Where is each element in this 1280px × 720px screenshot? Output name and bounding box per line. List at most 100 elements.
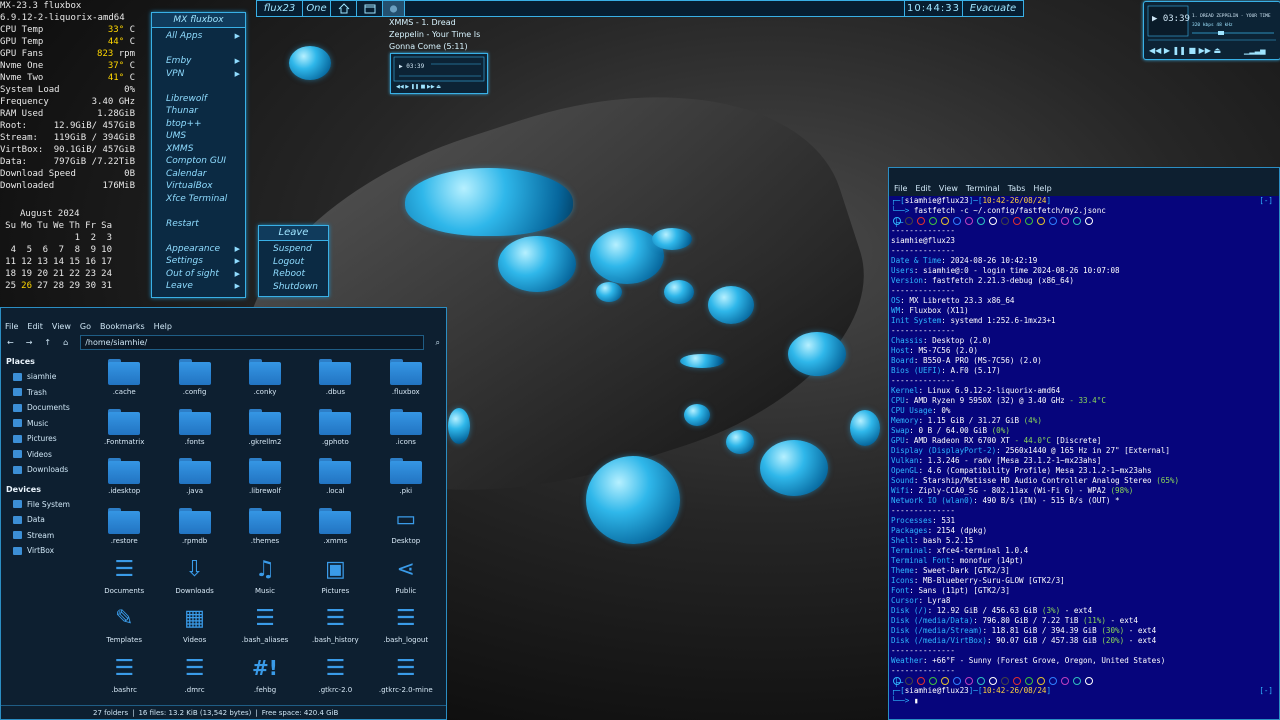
device-item-virtbox[interactable]: VirtBox [1,543,87,559]
menu-item-vpn[interactable]: VPN ▶ [152,68,245,81]
taskbar-xmms-icon[interactable] [383,1,405,16]
window-icon[interactable] [357,1,383,16]
menu-item-btop-[interactable]: btop++ [152,118,245,131]
file-item[interactable]: .themes [230,505,300,555]
home-icon[interactable] [331,1,357,16]
back-icon[interactable]: ← [7,338,14,347]
file-item[interactable]: ♫ Music [230,555,300,605]
file-item[interactable]: .xmms [300,505,370,555]
file-item[interactable]: .java [159,455,229,505]
file-item[interactable]: ☰ Documents [89,555,159,605]
file-item[interactable]: .fonts [159,406,229,456]
path-field[interactable]: /home/siamhie/ [80,335,424,350]
xmms-player[interactable]: ▶ 03:39 1. DREAD ZEPPELIN - YOUR TIME 32… [1143,1,1280,60]
file-item[interactable]: ✎ Templates [89,604,159,654]
file-item[interactable]: .dbus [300,356,370,406]
menu-view[interactable]: View [52,322,71,331]
file-item[interactable]: .local [300,455,370,505]
file-item[interactable]: ☰ .bashrc [89,654,159,704]
menu-go[interactable]: Go [80,322,91,331]
menu-item-librewolf[interactable]: Librewolf [152,93,245,106]
up-icon[interactable]: ↑ [44,338,51,347]
file-item[interactable]: ☰ .bash_history [300,604,370,654]
menu-item-thunar[interactable]: Thunar [152,105,245,118]
file-item[interactable]: .icons [371,406,441,456]
sidebar-item-siamhie[interactable]: siamhie [1,369,87,385]
menu-item-compton-gui[interactable]: Compton GUI [152,155,245,168]
device-item-data[interactable]: Data [1,512,87,528]
terminal-line: Display (DisplayPort-2): 2560x1440 @ 165… [891,446,1279,456]
file-item[interactable]: ☰ .dmrc [159,654,229,704]
sidebar-item-trash[interactable]: Trash [1,385,87,401]
menu-edit[interactable]: Edit [915,184,931,193]
file-item[interactable]: .gkrellm2 [230,406,300,456]
leave-item-logout[interactable]: Logout [259,256,328,269]
sidebar-item-music[interactable]: Music [1,416,87,432]
workspace-label[interactable]: One [303,1,331,16]
file-item[interactable]: ▭ Desktop [371,505,441,555]
file-item[interactable]: .gphoto [300,406,370,456]
menu-terminal[interactable]: Terminal [966,184,1000,193]
menu-help[interactable]: Help [154,322,172,331]
terminal-text: : [913,576,924,585]
menu-edit[interactable]: Edit [27,322,43,331]
menu-item-emby[interactable]: Emby ▶ [152,55,245,68]
search-icon[interactable]: ⌕ [436,338,440,348]
file-item[interactable]: ⇩ Downloads [159,555,229,605]
file-item[interactable]: .restore [89,505,159,555]
file-item[interactable]: .idesktop [89,455,159,505]
menu-bookmarks[interactable]: Bookmarks [100,322,145,331]
sidebar-item-downloads[interactable]: Downloads [1,462,87,478]
menu-item-appearance[interactable]: Appearance ▶ [152,243,245,256]
file-item[interactable]: ⋖ Public [371,555,441,605]
sidebar-item-documents[interactable]: Documents [1,400,87,416]
menu-file[interactable]: File [894,184,907,193]
file-item[interactable]: ☰ .gtkrc-2.0-mine [371,654,441,704]
file-item[interactable]: ☰ .bash_logout [371,604,441,654]
conky-row: VirtBox: 90.1GiB/ 457GiB [0,144,135,156]
evacuate-button[interactable]: Evacuate [963,1,1023,16]
file-item[interactable]: ☰ .gtkrc-2.0 [300,654,370,704]
menu-view[interactable]: View [939,184,958,193]
file-item[interactable]: #! .fehbg [230,654,300,704]
leave-item-suspend[interactable]: Suspend [259,243,328,256]
file-item[interactable]: ▦ Videos [159,604,229,654]
menu-item-xmms[interactable]: XMMS [152,143,245,156]
menu-file[interactable]: File [5,322,18,331]
menu-item-all-apps[interactable]: All Apps ▶ [152,30,245,43]
file-item[interactable]: .conky [230,356,300,406]
device-item-file-system[interactable]: File System [1,497,87,513]
terminal-titlebar[interactable] [889,168,1279,181]
file-item[interactable]: .librewolf [230,455,300,505]
file-item[interactable]: .cache [89,356,159,406]
menu-item-virtualbox[interactable]: VirtualBox [152,180,245,193]
file-item[interactable]: .pki [371,455,441,505]
workspace-name[interactable]: flux23 [257,1,303,16]
terminal-output[interactable]: ┌─[siamhie@flux23]─[10:42-26/08/24] [-] └─… [889,196,1279,706]
menu-help[interactable]: Help [1033,184,1051,193]
home-icon[interactable]: ⌂ [63,338,68,347]
menu-item-calendar[interactable]: Calendar [152,168,245,181]
menu-item-xfce-terminal[interactable]: Xfce Terminal [152,193,245,206]
leave-item-shutdown[interactable]: Shutdown [259,281,328,294]
menu-tabs[interactable]: Tabs [1008,184,1026,193]
sidebar-item-pictures[interactable]: Pictures [1,431,87,447]
file-item[interactable]: ☰ .bash_aliases [230,604,300,654]
menu-item-leave[interactable]: Leave ▶ [152,280,245,293]
file-item[interactable]: ▣ Pictures [300,555,370,605]
menu-item-out-of-sight[interactable]: Out of sight ▶ [152,268,245,281]
forward-icon[interactable]: → [26,338,33,347]
terminal-text: : [987,636,997,645]
file-item[interactable]: .Fontmatrix [89,406,159,456]
menu-item-ums[interactable]: UMS [152,130,245,143]
menu-item-restart[interactable]: Restart [152,218,245,231]
file-item[interactable]: .rpmdb [159,505,229,555]
leave-item-reboot[interactable]: Reboot [259,268,328,281]
menu-item-settings[interactable]: Settings ▶ [152,255,245,268]
file-manager-titlebar[interactable] [1,308,446,319]
file-item[interactable]: .fluxbox [371,356,441,406]
device-item-stream[interactable]: Stream [1,528,87,544]
sidebar-item-videos[interactable]: Videos [1,447,87,463]
file-item[interactable]: .config [159,356,229,406]
folder-icon [248,458,281,485]
